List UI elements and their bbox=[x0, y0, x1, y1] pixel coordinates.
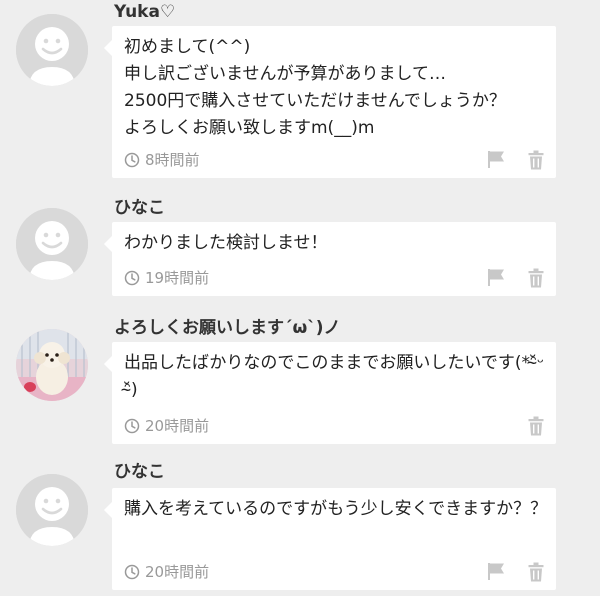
report-flag-icon[interactable] bbox=[486, 267, 506, 287]
person-icon bbox=[16, 208, 88, 280]
trash-icon[interactable] bbox=[528, 268, 544, 288]
person-icon bbox=[16, 14, 88, 86]
username[interactable]: よろしくお願いします´ω`)ノ bbox=[114, 318, 341, 338]
clock-icon bbox=[124, 152, 140, 168]
default-avatar[interactable] bbox=[16, 208, 88, 280]
timestamp-text: 20時間前 bbox=[145, 563, 210, 581]
message-text: 出品したばかりなのでこのままでお願いしたいです(*ᵔ̴̆ᵕᵔ̴̆) bbox=[124, 353, 545, 400]
username[interactable]: ひなこ bbox=[114, 462, 165, 482]
clock-icon bbox=[124, 564, 140, 580]
message-text: 購入を考えているのですがもう少し安くできますか？？ bbox=[124, 499, 548, 519]
default-avatar[interactable] bbox=[16, 474, 88, 546]
user-photo-avatar[interactable] bbox=[16, 329, 88, 401]
trash-icon[interactable] bbox=[528, 416, 544, 436]
message-bubble: 出品したばかりなのでこのままでお願いしたいです(*ᵔ̴̆ᵕᵔ̴̆) 20時間前 bbox=[104, 342, 556, 444]
timestamp: 8時間前 bbox=[124, 151, 200, 169]
timestamp-text: 19時間前 bbox=[145, 269, 210, 287]
default-avatar[interactable] bbox=[16, 14, 88, 86]
trash-icon[interactable] bbox=[528, 150, 544, 170]
username[interactable]: ひなこ bbox=[114, 198, 165, 218]
timestamp: 20時間前 bbox=[124, 563, 209, 581]
report-flag-icon[interactable] bbox=[486, 561, 506, 581]
timestamp: 20時間前 bbox=[124, 417, 209, 435]
clock-icon bbox=[124, 418, 140, 434]
timestamp-text: 20時間前 bbox=[145, 417, 210, 435]
person-icon bbox=[16, 474, 88, 546]
username[interactable]: Yuka♡ bbox=[114, 2, 175, 22]
timestamp: 19時間前 bbox=[124, 269, 209, 287]
timestamp-text: 8時間前 bbox=[145, 151, 200, 169]
clock-icon bbox=[124, 270, 140, 286]
message-bubble: わかりました検討しませ！ 19時間前 bbox=[104, 222, 556, 296]
message-text: わかりました検討しませ！ bbox=[124, 233, 328, 253]
message-bubble: 購入を考えているのですがもう少し安くできますか？？ 20時間前 bbox=[104, 488, 556, 590]
message-text: 初めまして(^^) 申し訳ございませんが予算がありまして… 2500円で購入させ… bbox=[124, 37, 506, 138]
message-bubble: 初めまして(^^) 申し訳ございませんが予算がありまして… 2500円で購入させ… bbox=[104, 26, 556, 178]
dog-photo-icon bbox=[16, 329, 88, 401]
trash-icon[interactable] bbox=[528, 562, 544, 582]
report-flag-icon[interactable] bbox=[486, 149, 506, 169]
